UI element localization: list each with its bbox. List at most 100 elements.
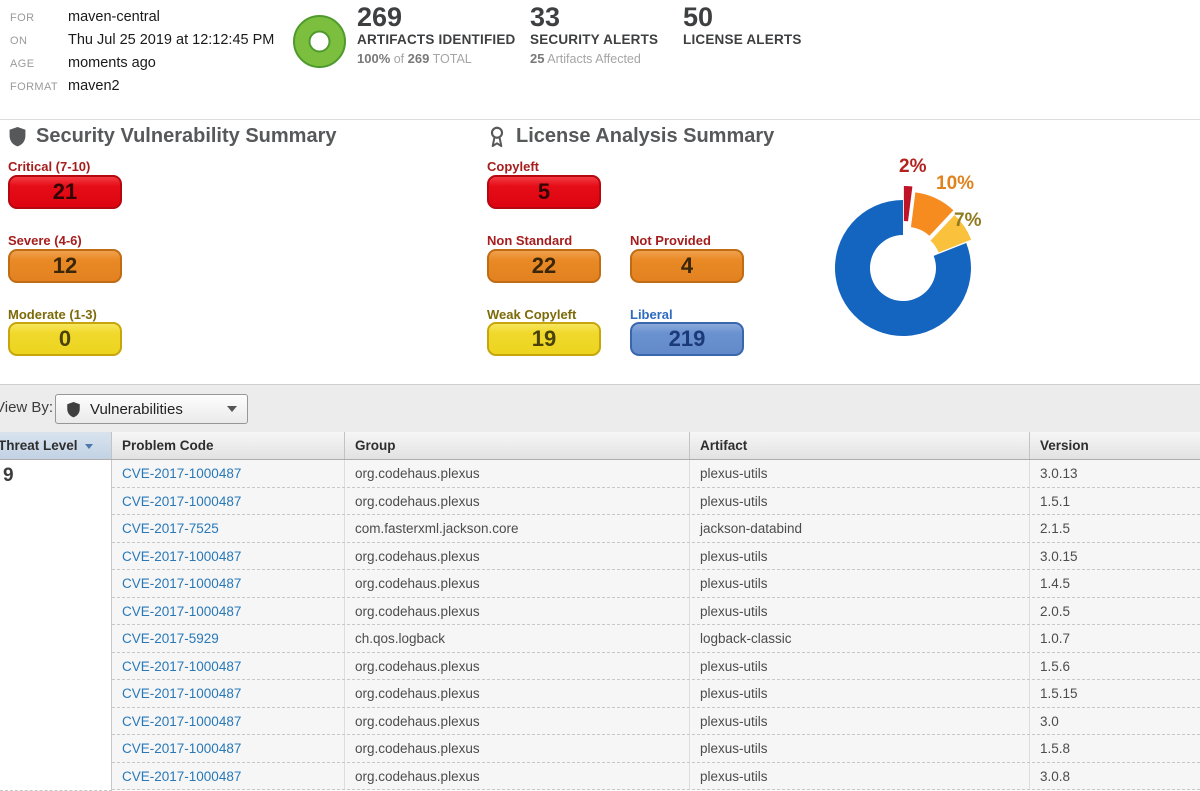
artifacts-ring-icon xyxy=(291,13,348,70)
license-summary-title: License Analysis Summary xyxy=(487,125,774,148)
threat-level-group-cell: 9 xyxy=(0,460,112,791)
security-artifacts-affected-count: 25 xyxy=(530,51,544,66)
view-by-band: View By: Vulnerabilities xyxy=(0,384,1200,432)
column-header-version[interactable]: Version xyxy=(1030,432,1200,459)
problem-code-link[interactable]: CVE-2017-1000487 xyxy=(112,460,345,487)
view-by-label: View By: xyxy=(0,399,53,416)
meta-value-date: Thu Jul 25 2019 at 12:12:45 PM xyxy=(68,32,274,48)
problem-code-link[interactable]: CVE-2017-1000487 xyxy=(112,763,345,790)
artifact-cell: plexus-utils xyxy=(690,708,1030,735)
table-row: CVE-2017-7525com.fasterxml.jackson.corej… xyxy=(112,515,1200,543)
artifacts-total-count: 269 xyxy=(408,51,430,66)
artifact-cell: plexus-utils xyxy=(690,460,1030,487)
security-alerts-label: SECURITY ALERTS xyxy=(530,32,658,47)
table-row: CVE-2017-5929ch.qos.logbacklogback-class… xyxy=(112,625,1200,653)
group-cell: org.codehaus.plexus xyxy=(345,488,690,515)
problem-code-link[interactable]: CVE-2017-1000487 xyxy=(112,570,345,597)
not-provided-count-box: 4 xyxy=(630,249,744,283)
artifact-cell: plexus-utils xyxy=(690,735,1030,762)
group-cell: com.fasterxml.jackson.core xyxy=(345,515,690,542)
column-header-group[interactable]: Group xyxy=(345,432,690,459)
problem-code-link[interactable]: CVE-2017-1000487 xyxy=(112,488,345,515)
stat-security-alerts: 33 SECURITY ALERTS 25 Artifacts Affected xyxy=(530,5,658,66)
meta-row: AGE moments ago xyxy=(10,55,274,78)
table-row: CVE-2017-1000487org.codehaus.plexusplexu… xyxy=(112,543,1200,571)
donut-label-weakcopyleft-pct: 7% xyxy=(954,210,981,232)
critical-count-box: 21 xyxy=(8,175,122,209)
liberal-count-box: 219 xyxy=(630,322,744,356)
meta-value-age: moments ago xyxy=(68,55,156,71)
problem-code-link[interactable]: CVE-2017-5929 xyxy=(112,625,345,652)
group-cell: org.codehaus.plexus xyxy=(345,680,690,707)
problem-code-link[interactable]: CVE-2017-7525 xyxy=(112,515,345,542)
report-meta: FOR maven-central ON Thu Jul 25 2019 at … xyxy=(10,9,274,101)
weak-copyleft-count-box: 19 xyxy=(487,322,601,356)
donut-slice xyxy=(904,186,913,221)
table-row: CVE-2017-1000487org.codehaus.plexusplexu… xyxy=(112,735,1200,763)
meta-value-repository: maven-central xyxy=(68,9,160,25)
table-row: CVE-2017-1000487org.codehaus.plexusplexu… xyxy=(112,763,1200,791)
table-rows: CVE-2017-1000487org.codehaus.plexusplexu… xyxy=(112,460,1200,791)
security-alerts-subtext: 25 Artifacts Affected xyxy=(530,51,658,66)
critical-label: Critical (7-10) xyxy=(8,159,90,174)
version-cell: 2.0.5 xyxy=(1030,598,1200,625)
moderate-count-box: 0 xyxy=(8,322,122,356)
artifact-cell: logback-classic xyxy=(690,625,1030,652)
stat-artifacts-identified: 269 ARTIFACTS IDENTIFIED 100% of 269 TOT… xyxy=(357,5,516,66)
table-header: Threat Level Problem Code Group Artifact… xyxy=(0,432,1200,460)
meta-label: FOR xyxy=(10,9,68,24)
problem-code-link[interactable]: CVE-2017-1000487 xyxy=(112,653,345,680)
table-row: CVE-2017-1000487org.codehaus.plexusplexu… xyxy=(112,680,1200,708)
artifact-cell: plexus-utils xyxy=(690,570,1030,597)
artifact-cell: plexus-utils xyxy=(690,653,1030,680)
version-cell: 3.0.13 xyxy=(1030,460,1200,487)
license-alerts-label: LICENSE ALERTS xyxy=(683,32,802,47)
version-cell: 1.5.15 xyxy=(1030,680,1200,707)
artifacts-count: 269 xyxy=(357,5,516,30)
artifacts-of: of xyxy=(394,52,404,66)
problem-code-link[interactable]: CVE-2017-1000487 xyxy=(112,708,345,735)
column-header-artifact[interactable]: Artifact xyxy=(690,432,1030,459)
problem-code-link[interactable]: CVE-2017-1000487 xyxy=(112,680,345,707)
non-standard-label: Non Standard xyxy=(487,233,572,248)
not-provided-label: Not Provided xyxy=(630,233,711,248)
view-by-dropdown[interactable]: Vulnerabilities xyxy=(55,394,248,424)
version-cell: 2.1.5 xyxy=(1030,515,1200,542)
version-cell: 1.0.7 xyxy=(1030,625,1200,652)
group-cell: org.codehaus.plexus xyxy=(345,653,690,680)
problem-code-link[interactable]: CVE-2017-1000487 xyxy=(112,598,345,625)
artifact-cell: plexus-utils xyxy=(690,763,1030,790)
award-ribbon-icon xyxy=(487,125,507,148)
meta-row: FORMAT maven2 xyxy=(10,78,274,101)
copyleft-count-box: 5 xyxy=(487,175,601,209)
group-cell: org.codehaus.plexus xyxy=(345,763,690,790)
meta-label: ON xyxy=(10,32,68,47)
threat-level-header-text: Threat Level xyxy=(0,438,78,453)
artifact-cell: plexus-utils xyxy=(690,543,1030,570)
artifact-cell: plexus-utils xyxy=(690,488,1030,515)
meta-row: FOR maven-central xyxy=(10,9,274,32)
security-artifacts-affected-word: Artifacts Affected xyxy=(547,52,641,66)
group-cell: org.codehaus.plexus xyxy=(345,598,690,625)
version-cell: 1.4.5 xyxy=(1030,570,1200,597)
table-row: CVE-2017-1000487org.codehaus.plexusplexu… xyxy=(112,488,1200,516)
artifact-cell: jackson-databind xyxy=(690,515,1030,542)
problem-code-link[interactable]: CVE-2017-1000487 xyxy=(112,543,345,570)
artifact-cell: plexus-utils xyxy=(690,598,1030,625)
column-header-threat-level[interactable]: Threat Level xyxy=(0,432,112,459)
stat-license-alerts: 50 LICENSE ALERTS xyxy=(683,5,802,47)
version-cell: 1.5.6 xyxy=(1030,653,1200,680)
meta-row: ON Thu Jul 25 2019 at 12:12:45 PM xyxy=(10,32,274,55)
column-header-problem-code[interactable]: Problem Code xyxy=(112,432,345,459)
artifacts-subtext: 100% of 269 TOTAL xyxy=(357,51,516,66)
meta-label: FORMAT xyxy=(10,78,68,93)
severe-count-box: 12 xyxy=(8,249,122,283)
severe-label: Severe (4-6) xyxy=(8,233,82,248)
liberal-label: Liberal xyxy=(630,307,673,322)
chevron-down-icon xyxy=(227,406,237,412)
weak-copyleft-label: Weak Copyleft xyxy=(487,307,576,322)
table-row: CVE-2017-1000487org.codehaus.plexusplexu… xyxy=(112,460,1200,488)
version-cell: 3.0.8 xyxy=(1030,763,1200,790)
license-summary-title-text: License Analysis Summary xyxy=(516,125,774,148)
problem-code-link[interactable]: CVE-2017-1000487 xyxy=(112,735,345,762)
